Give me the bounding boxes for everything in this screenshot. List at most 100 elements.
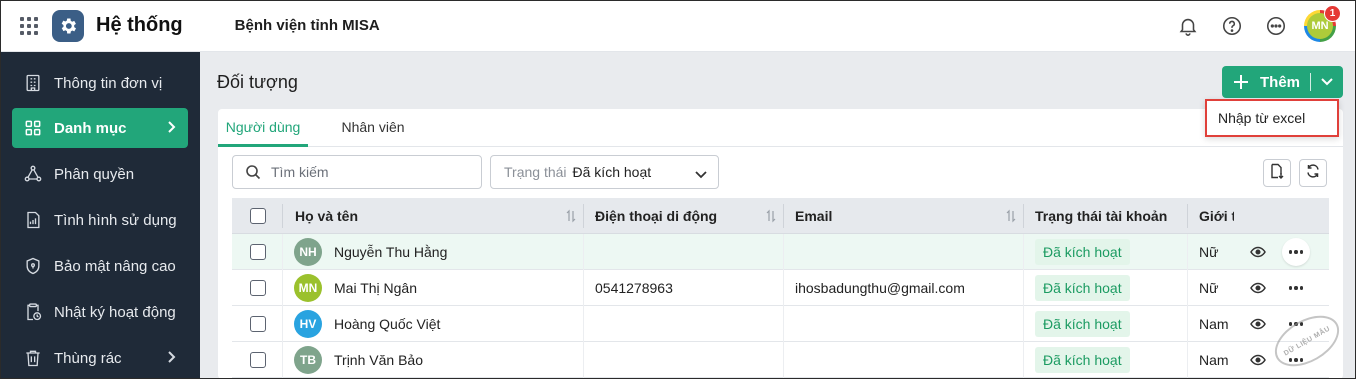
organization-name: Bệnh viện tỉnh MISA — [234, 17, 380, 34]
column-header-phone[interactable]: Điện thoại di động — [595, 198, 755, 234]
row-checkbox[interactable] — [250, 244, 266, 260]
more-actions-icon[interactable] — [1282, 274, 1310, 302]
search-box — [232, 155, 482, 189]
sidebar-item-label: Phân quyền — [54, 165, 135, 183]
more-options-icon[interactable] — [1258, 8, 1294, 44]
app-launcher-icon[interactable] — [20, 16, 38, 35]
tab-employees[interactable]: Nhân viên — [328, 109, 418, 147]
status-filter-select[interactable]: Trạng thái Đã kích hoạt — [490, 155, 719, 189]
trash-icon — [22, 347, 44, 369]
column-divider — [1187, 204, 1188, 228]
eye-icon[interactable] — [1248, 242, 1268, 262]
column-divider — [583, 342, 584, 378]
cell-gender: Nữ — [1199, 280, 1219, 296]
page-title: Đối tượng — [217, 72, 298, 92]
table-row[interactable]: HV Hoàng Quốc Việt Đã kích hoạt Nam — [232, 306, 1329, 342]
column-divider — [783, 204, 784, 228]
user-avatar[interactable]: MN 1 — [1304, 5, 1341, 42]
status-filter-label: Trạng thái — [504, 164, 567, 180]
main-content: Đối tượng Thêm Nhập từ excel Người dùng … — [200, 52, 1356, 379]
column-divider — [282, 204, 283, 228]
column-divider — [1023, 204, 1024, 228]
column-header-name[interactable]: Họ và tên — [295, 198, 495, 234]
sort-icon[interactable] — [766, 209, 776, 223]
sidebar-item-trash[interactable]: Thùng rác — [12, 338, 188, 378]
cell-email — [795, 342, 1020, 378]
column-header-gender[interactable]: Giới t — [1199, 198, 1234, 234]
row-checkbox[interactable] — [250, 352, 266, 368]
column-divider — [783, 270, 784, 306]
cell-email: ihosbadungthu@gmail.com — [795, 280, 965, 296]
sidebar-item-label: Danh mục — [54, 119, 127, 137]
column-divider — [583, 204, 584, 228]
table-header: Họ và tên Điện thoại di động Email Trạng… — [232, 198, 1329, 234]
sidebar-item-permissions[interactable]: Phân quyền — [12, 154, 188, 194]
column-divider — [282, 234, 283, 270]
table-row[interactable]: MN Mai Thị Ngân 0541278963 ihosbadungthu… — [232, 270, 1329, 306]
table-row[interactable]: TB Trịnh Văn Bảo Đã kích hoạt Nam — [232, 342, 1329, 378]
cell-name: Hoàng Quốc Việt — [334, 316, 441, 332]
sidebar: Thông tin đơn vị Danh mục Phân quyền Tìn… — [0, 52, 200, 379]
avatar: TB — [294, 346, 322, 374]
sort-icon[interactable] — [1006, 209, 1016, 223]
sidebar-item-catalog[interactable]: Danh mục — [12, 108, 188, 148]
chevron-down-icon[interactable] — [1319, 75, 1335, 89]
import-excel-label: Nhập từ excel — [1218, 110, 1306, 126]
row-checkbox[interactable] — [250, 280, 266, 296]
status-badge: Đã kích hoạt — [1035, 275, 1130, 301]
notification-badge: 1 — [1324, 5, 1341, 22]
cell-email — [795, 234, 1020, 270]
add-button[interactable]: Thêm — [1222, 66, 1343, 98]
chevron-right-icon — [166, 120, 176, 138]
sidebar-item-label: Thùng rác — [54, 349, 122, 367]
column-divider — [1187, 306, 1188, 342]
plus-icon — [1234, 75, 1248, 89]
bell-icon[interactable] — [1170, 8, 1206, 44]
export-file-icon — [1269, 163, 1285, 184]
table-row[interactable]: NH Nguyễn Thu Hằng Đã kích hoạt Nữ — [232, 234, 1329, 270]
avatar: MN — [294, 274, 322, 302]
cell-phone — [595, 234, 775, 270]
search-icon — [245, 164, 261, 180]
tab-users[interactable]: Người dùng — [218, 109, 308, 147]
building-icon — [22, 72, 44, 94]
avatar: HV — [294, 310, 322, 338]
select-all-checkbox[interactable] — [250, 208, 266, 224]
clipboard-clock-icon — [22, 301, 44, 323]
cell-gender: Nam — [1199, 352, 1229, 368]
eye-icon[interactable] — [1248, 278, 1268, 298]
column-divider — [282, 270, 283, 306]
help-icon[interactable] — [1214, 8, 1250, 44]
sidebar-item-activity-log[interactable]: Nhật ký hoạt động — [12, 292, 188, 332]
column-divider — [1187, 342, 1188, 378]
column-header-account-status[interactable]: Trạng thái tài khoản — [1035, 198, 1175, 234]
avatar: NH — [294, 238, 322, 266]
settings-logo-icon — [52, 9, 84, 42]
row-checkbox[interactable] — [250, 316, 266, 332]
eye-icon[interactable] — [1248, 350, 1268, 370]
shield-icon — [22, 255, 44, 277]
top-bar: Hệ thống Bệnh viện tỉnh MISA MN 1 — [0, 0, 1356, 52]
grid-icon — [22, 117, 44, 139]
column-divider — [583, 270, 584, 306]
cell-phone — [595, 342, 775, 378]
more-actions-icon[interactable] — [1282, 238, 1310, 266]
sidebar-item-usage[interactable]: Tình hình sử dụng — [12, 200, 188, 240]
document-chart-icon — [22, 209, 44, 231]
sidebar-item-unit-info[interactable]: Thông tin đơn vị — [12, 63, 188, 103]
search-input[interactable] — [271, 164, 461, 180]
column-divider — [1023, 234, 1024, 270]
sidebar-item-advanced-security[interactable]: Bảo mật nâng cao — [12, 246, 188, 286]
column-divider — [282, 306, 283, 342]
eye-icon[interactable] — [1248, 314, 1268, 334]
column-divider — [1187, 234, 1188, 270]
tab-label: Nhân viên — [341, 119, 405, 135]
cell-gender: Nữ — [1199, 244, 1219, 260]
export-file-button[interactable] — [1263, 159, 1291, 187]
import-excel-menu-item[interactable]: Nhập từ excel — [1205, 99, 1339, 137]
button-divider — [1310, 73, 1311, 91]
column-header-email[interactable]: Email — [795, 198, 995, 234]
column-divider — [1023, 306, 1024, 342]
sort-icon[interactable] — [566, 209, 576, 223]
refresh-button[interactable] — [1299, 159, 1327, 187]
